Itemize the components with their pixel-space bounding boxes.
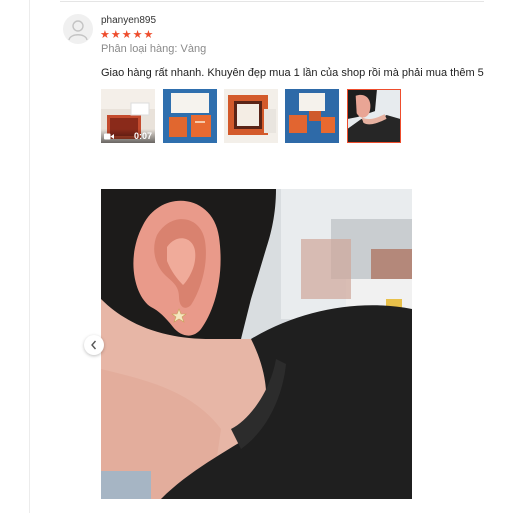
- thumbnail-image: [348, 90, 400, 142]
- product-variation: Phân loại hàng: Vàng: [101, 43, 207, 55]
- video-badge: 0:07: [101, 129, 155, 143]
- thumbnail-image: [285, 89, 339, 143]
- review-photo-large[interactable]: [101, 189, 412, 499]
- thumbnail-image: [224, 89, 278, 143]
- media-thumbnail-selected[interactable]: [347, 89, 401, 143]
- avatar[interactable]: [63, 14, 93, 44]
- content-left-border: [29, 0, 30, 513]
- user-placeholder-icon: [68, 20, 88, 41]
- media-thumbnail[interactable]: [163, 89, 217, 143]
- thumbnail-image: [163, 89, 217, 143]
- rating-stars: ★★★★★: [100, 29, 155, 41]
- video-duration: 0:07: [133, 131, 152, 141]
- review-divider: [60, 1, 484, 2]
- media-thumbnail[interactable]: [224, 89, 278, 143]
- ear-earring-photo: [101, 189, 412, 499]
- media-thumbnail-video[interactable]: 0:07: [101, 89, 155, 143]
- review-comment: Giao hàng rất nhanh. Khuyên đẹp mua 1 lầ…: [101, 67, 484, 79]
- prev-image-button[interactable]: [84, 335, 104, 355]
- media-thumbnail[interactable]: [285, 89, 339, 143]
- chevron-left-icon: [91, 340, 97, 350]
- reviewer-username[interactable]: phanyen895: [101, 15, 156, 26]
- video-camera-icon: [104, 133, 114, 139]
